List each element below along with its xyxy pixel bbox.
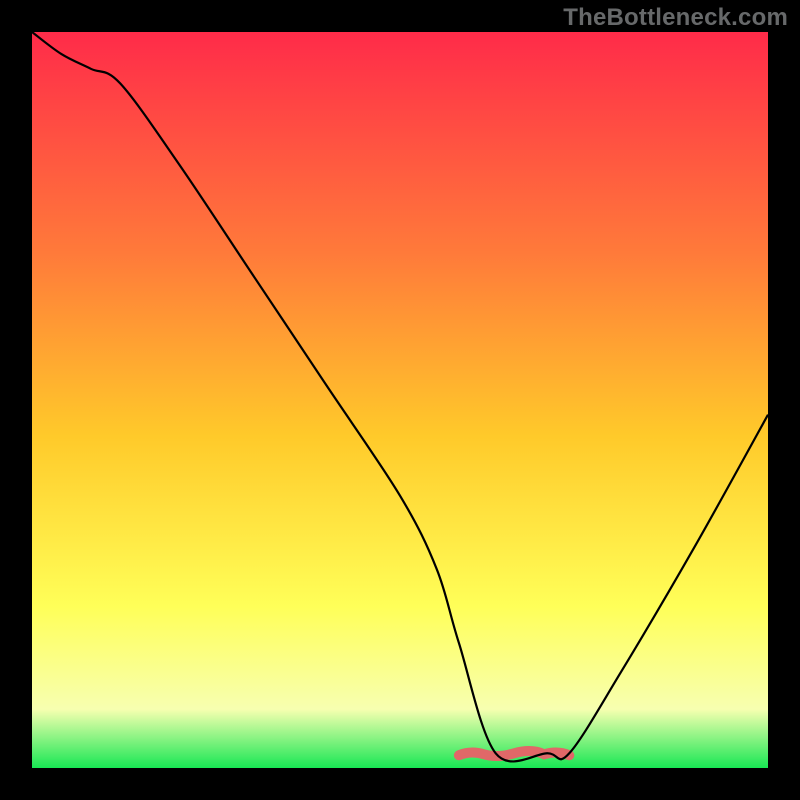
bottleneck-chart <box>0 0 800 800</box>
chart-frame: { "watermark": "TheBottleneck.com", "col… <box>0 0 800 800</box>
watermark-text: TheBottleneck.com <box>563 4 788 32</box>
plot-background <box>32 32 768 768</box>
